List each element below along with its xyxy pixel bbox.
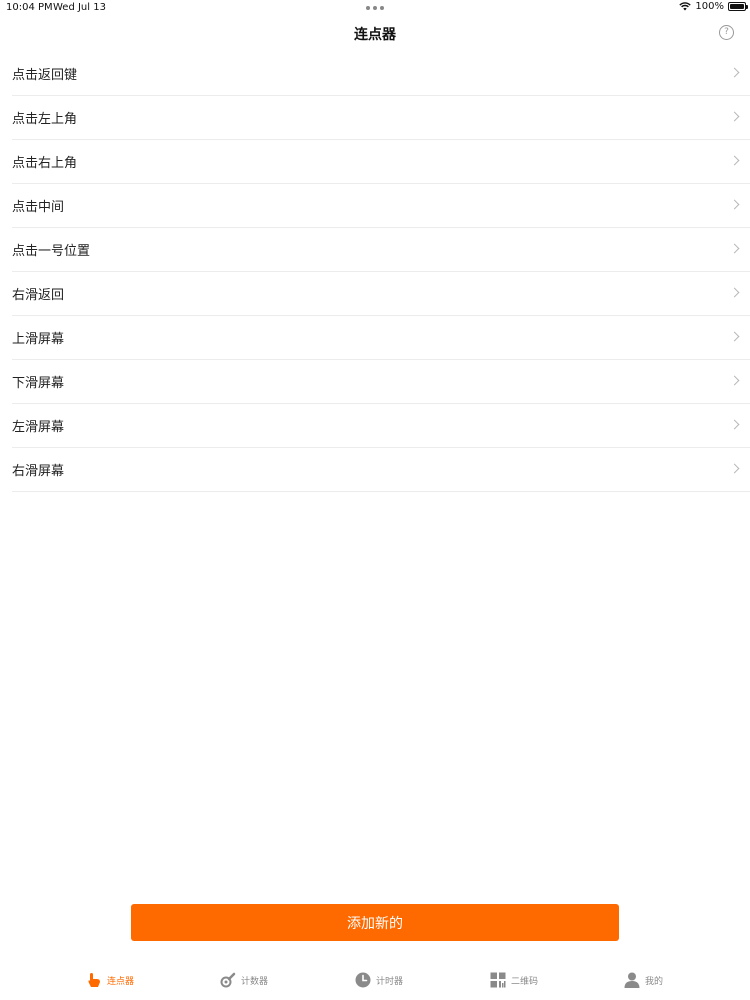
tab-bar: 连点器 计数器 计时器 二维码 我的: [0, 964, 750, 1000]
wifi-icon: [679, 2, 692, 11]
list-item-label: 点击中间: [12, 200, 65, 215]
list-item[interactable]: 上滑屏幕: [12, 316, 750, 360]
list-item-label: 下滑屏幕: [12, 376, 65, 391]
status-time: 10:04 PM: [6, 2, 53, 13]
list-item-label: 点击右上角: [12, 156, 78, 171]
list-item[interactable]: 右滑返回: [12, 272, 750, 316]
list-item[interactable]: 左滑屏幕: [12, 404, 750, 448]
list-item-label: 右滑屏幕: [12, 464, 65, 479]
tap-hand-icon: [88, 973, 100, 987]
list-item[interactable]: 点击左上角: [12, 96, 750, 140]
tab-label: 我的: [645, 976, 664, 987]
tab-label: 计时器: [376, 976, 404, 987]
action-list: 点击返回键 点击左上角 点击右上角 点击中间 点击一号位置 右滑返回 上滑屏幕 …: [12, 52, 750, 492]
list-item[interactable]: 下滑屏幕: [12, 360, 750, 404]
tab-timer[interactable]: 计时器: [355, 972, 403, 988]
tab-label: 计数器: [241, 976, 269, 987]
chevron-right-icon: [729, 111, 740, 122]
multitasking-dots-icon[interactable]: [366, 6, 384, 10]
list-item-label: 左滑屏幕: [12, 420, 65, 435]
list-item[interactable]: 右滑屏幕: [12, 448, 750, 492]
list-item[interactable]: 点击返回键: [12, 52, 750, 96]
chevron-right-icon: [729, 287, 740, 298]
counter-icon: [220, 972, 236, 988]
status-bar: 10:04 PM Wed Jul 13 100%: [0, 0, 750, 16]
tab-counter[interactable]: 计数器: [220, 972, 268, 988]
list-item-label: 上滑屏幕: [12, 332, 65, 347]
battery-percent: 100%: [695, 1, 724, 12]
navigation-bar: 连点器 ?: [0, 16, 750, 52]
add-new-button[interactable]: 添加新的: [131, 904, 619, 941]
chevron-right-icon: [729, 243, 740, 254]
chevron-right-icon: [729, 67, 740, 78]
chevron-right-icon: [729, 419, 740, 430]
person-icon: [624, 972, 640, 988]
battery-icon: [728, 2, 748, 11]
chevron-right-icon: [729, 155, 740, 166]
list-item-label: 右滑返回: [12, 288, 65, 303]
list-item-label: 点击一号位置: [12, 244, 91, 259]
qr-code-icon: [490, 972, 506, 988]
tab-qr-code[interactable]: 二维码: [490, 972, 538, 988]
tab-label: 二维码: [511, 976, 539, 987]
chevron-right-icon: [729, 199, 740, 210]
list-item-label: 点击左上角: [12, 112, 78, 127]
chevron-right-icon: [729, 331, 740, 342]
status-date: Wed Jul 13: [53, 2, 106, 13]
tab-label: 连点器: [107, 976, 135, 987]
chevron-right-icon: [729, 463, 740, 474]
status-right: 100%: [679, 1, 748, 12]
list-item[interactable]: 点击中间: [12, 184, 750, 228]
list-item[interactable]: 点击一号位置: [12, 228, 750, 272]
clock-icon: [355, 972, 371, 988]
help-icon[interactable]: ?: [719, 25, 734, 40]
tab-profile[interactable]: 我的: [624, 972, 663, 988]
tab-clicker[interactable]: 连点器: [86, 972, 134, 988]
list-item-label: 点击返回键: [12, 68, 78, 83]
list-item[interactable]: 点击右上角: [12, 140, 750, 184]
page-title: 连点器: [354, 27, 396, 43]
chevron-right-icon: [729, 375, 740, 386]
